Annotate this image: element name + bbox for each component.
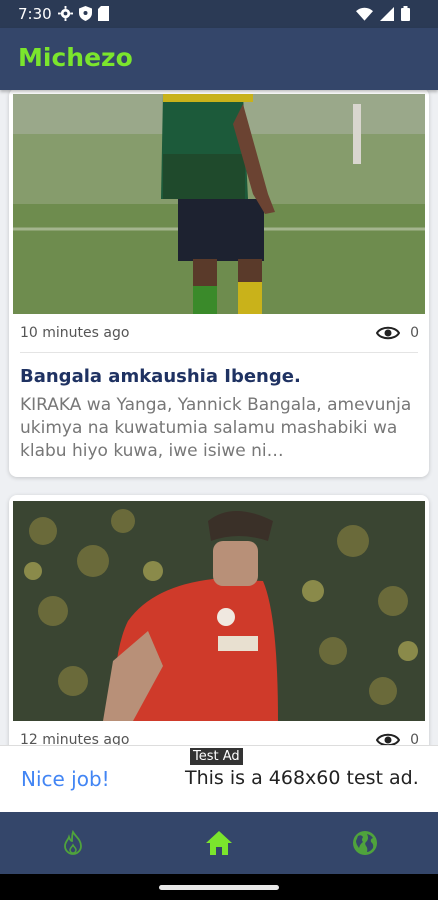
ad-badge: Test Ad [190,748,243,765]
article-card[interactable]: 10 minutes ago 0 Bangala amkaushia Ibeng… [9,90,429,477]
article-time: 10 minutes ago [20,325,130,341]
nav-world[interactable] [349,828,381,858]
sim-card-icon [98,6,109,21]
bottom-navigation [0,812,438,874]
app-title: Michezo [18,43,133,72]
nav-home[interactable] [203,828,235,858]
article-time: 12 minutes ago [20,732,130,745]
view-count: 0 [376,732,419,745]
signal-icon [380,6,394,21]
divider [20,352,418,353]
ad-text[interactable]: This is a 468x60 test ad. [185,767,419,789]
article-feed[interactable]: 10 minutes ago 0 Bangala amkaushia Ibeng… [0,90,438,745]
home-gesture-pill[interactable] [159,885,279,890]
article-image[interactable] [13,501,425,721]
view-count-value: 0 [410,732,419,745]
shield-icon [79,6,92,21]
article-card[interactable]: 12 minutes ago 0 [9,495,429,745]
nav-trending[interactable] [57,828,89,858]
eye-icon [376,733,401,745]
status-bar: 7:30 [0,0,438,28]
battery-icon [401,6,410,21]
eye-icon [376,326,401,340]
view-count: 0 [376,325,419,341]
article-title[interactable]: Bangala amkaushia Ibenge. [20,366,301,387]
system-navigation-bar [0,874,438,900]
article-image[interactable] [13,94,425,314]
globe-icon [353,831,377,855]
test-ad-banner[interactable]: Test Ad Nice job! This is a 468x60 test … [0,745,438,813]
flame-icon [64,830,82,855]
status-time: 7:30 [18,5,52,23]
app-bar: Michezo [0,28,438,90]
wifi-icon [356,7,373,21]
view-count-value: 0 [410,325,419,341]
settings-icon [58,6,73,21]
ad-nice-job[interactable]: Nice job! [21,767,110,791]
article-excerpt: KIRAKA wa Yanga, Yannick Bangala, amevun… [20,395,412,461]
home-icon [206,831,232,855]
